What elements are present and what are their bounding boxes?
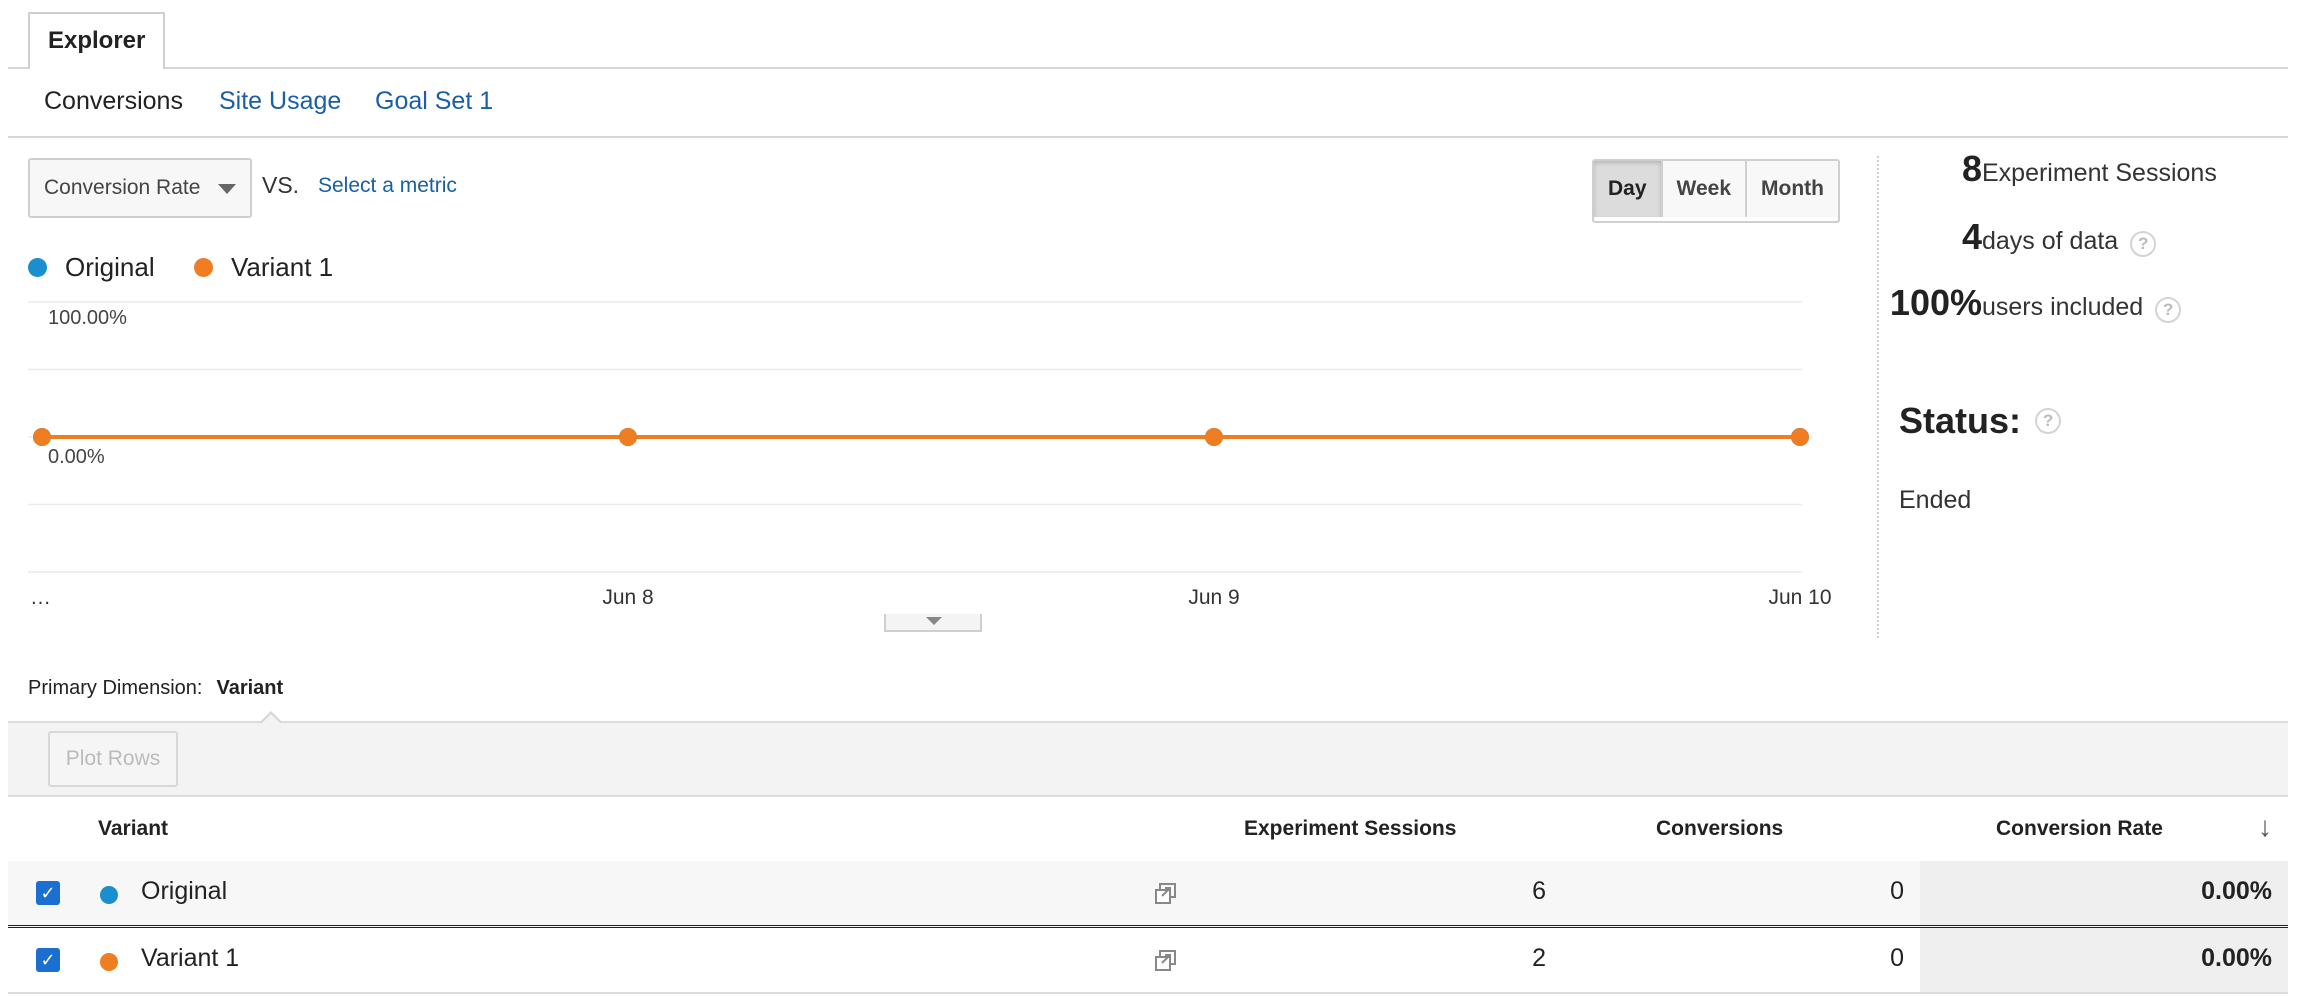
legend-variant-dot [194, 258, 213, 277]
chevron-down-icon [218, 184, 236, 194]
day-button[interactable]: Day [1594, 161, 1661, 217]
row-conversion-rate: 0.00% [2201, 877, 2272, 905]
conversion-rate-chart: 100.00% 0.00% … Jun 8 Jun 9 Jun 10 [28, 301, 1832, 609]
help-icon[interactable]: ? [2035, 408, 2062, 434]
col-variant[interactable]: Variant [98, 817, 168, 841]
legend-original: Original [28, 252, 155, 283]
open-in-new-icon[interactable] [1154, 949, 1178, 973]
tab-explorer[interactable]: Explorer [28, 12, 166, 71]
subtab-goal-set-1[interactable]: Goal Set 1 [375, 84, 493, 118]
chart-collapse-toggle[interactable] [884, 614, 982, 632]
week-button[interactable]: Week [1660, 161, 1746, 217]
stat-sessions-value: 8 [1961, 148, 1982, 189]
report-subtabs: Conversions Site Usage Goal Set 1 [8, 68, 2288, 138]
help-icon[interactable]: ? [2130, 231, 2157, 257]
vs-label: VS. [262, 172, 300, 198]
table-row: ✓ Variant 1 2 0 0.00% [8, 928, 2288, 994]
status-title: Status: [1899, 400, 2022, 441]
legend-original-dot [28, 258, 47, 277]
stat-users-label: users included [1982, 293, 2144, 321]
stat-users-included: 100% users included ? [1886, 282, 2182, 324]
col-conversion-rate[interactable]: Conversion Rate [1996, 817, 2163, 841]
legend-variant-label: Variant 1 [231, 252, 334, 282]
stat-days-of-data: 4 days of data ? [1886, 216, 2157, 258]
stat-users-value: 100% [1889, 282, 1982, 323]
subtab-site-usage[interactable]: Site Usage [219, 84, 341, 118]
legend-original-label: Original [65, 252, 155, 282]
select-metric-link[interactable]: Select a metric [318, 174, 457, 198]
table-toolbar [8, 721, 2288, 797]
x-tick-label: Jun 10 [1768, 586, 1831, 609]
y-tick-label: 0.00% [48, 446, 105, 468]
data-point [1791, 428, 1809, 446]
primary-dimension-value[interactable]: Variant [216, 677, 283, 699]
stat-sessions-label: Experiment Sessions [1982, 159, 2217, 187]
status-value: Ended [1899, 486, 1972, 514]
table-header: Variant Experiment Sessions Conversions … [8, 795, 2288, 865]
stat-days-value: 4 [1961, 216, 1982, 257]
data-point [1205, 428, 1223, 446]
x-tick-label: Jun 8 [602, 586, 653, 609]
col-conversions[interactable]: Conversions [1656, 817, 1783, 841]
y-tick-label: 100.00% [48, 307, 127, 329]
help-icon[interactable]: ? [2155, 297, 2182, 323]
period-toggle: Day Week Month [1592, 159, 1840, 223]
series-color-dot [100, 953, 118, 971]
primary-dimension-label: Primary Dimension: [28, 677, 203, 699]
dimension-pointer-fill [261, 714, 281, 724]
row-checkbox[interactable]: ✓ [36, 881, 60, 905]
series-color-dot [100, 886, 118, 904]
row-variant-name: Variant 1 [141, 944, 240, 972]
stats-divider [1877, 156, 1880, 638]
data-point [33, 428, 51, 446]
x-tick-label: Jun 9 [1188, 586, 1239, 609]
open-in-new-icon[interactable] [1154, 882, 1178, 906]
explorer-tab-bar: Explorer [8, 0, 2288, 71]
row-variant-name: Original [141, 877, 228, 905]
x-tick-label: … [30, 586, 51, 609]
metric-dropdown[interactable]: Conversion Rate [28, 158, 252, 218]
row-sessions: 6 [1532, 877, 1546, 905]
plot-rows-button[interactable]: Plot Rows [48, 731, 178, 787]
table-row: ✓ Original 6 0 0.00% [8, 861, 2288, 928]
chevron-down-icon [926, 617, 942, 625]
row-conversion-rate: 0.00% [2201, 944, 2272, 972]
subtab-conversions[interactable]: Conversions [44, 84, 183, 118]
row-checkbox[interactable]: ✓ [36, 948, 60, 972]
sort-arrow-icon[interactable]: ↓ [2258, 811, 2272, 843]
stat-experiment-sessions: 8 Experiment Sessions [1886, 148, 2217, 190]
row-conversions: 0 [1890, 944, 1904, 972]
data-point [619, 428, 637, 446]
row-conversions: 0 [1890, 877, 1904, 905]
row-sessions: 2 [1532, 944, 1546, 972]
primary-dimension: Primary Dimension: Variant [28, 677, 283, 700]
status-heading: Status: ? [1899, 400, 2062, 442]
metric-dropdown-value: Conversion Rate [44, 176, 201, 199]
legend-variant-1: Variant 1 [194, 252, 333, 283]
col-experiment-sessions[interactable]: Experiment Sessions [1244, 817, 1456, 841]
stat-days-label: days of data [1982, 227, 2119, 255]
month-button[interactable]: Month [1745, 161, 1838, 217]
